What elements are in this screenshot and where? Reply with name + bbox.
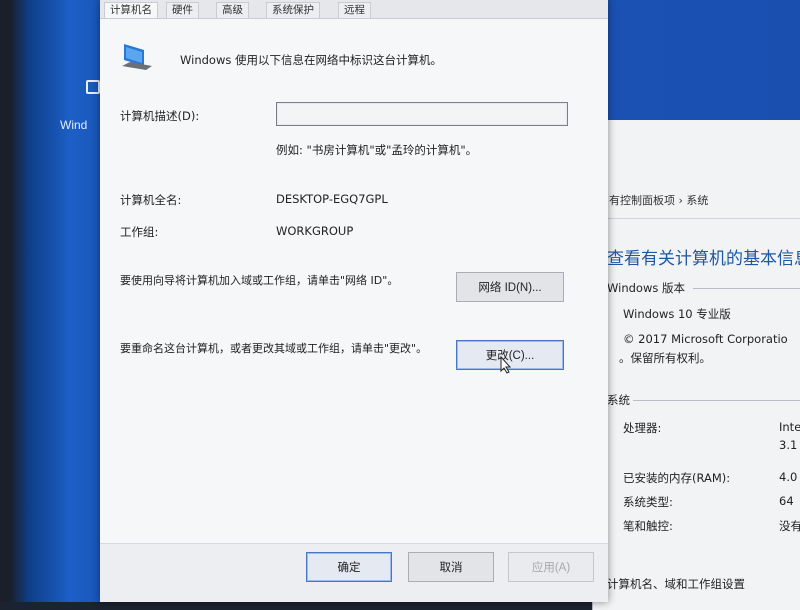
computer-name-section-title: 计算机名、域和工作组设置 <box>607 577 745 591</box>
divider <box>601 218 800 219</box>
tab-system-protection[interactable]: 系统保护 <box>266 2 320 18</box>
computer-description-input[interactable] <box>276 102 568 126</box>
desktop-shortcut-icon[interactable] <box>86 80 100 94</box>
system-type-value: 64 <box>779 494 794 508</box>
cancel-button[interactable]: 取消 <box>408 552 494 582</box>
system-heading: 查看有关计算机的基本信息 <box>607 249 800 269</box>
system-control-panel-window: 有控制面板项 › 系统 查看有关计算机的基本信息 Windows 版本 Wind… <box>592 120 800 610</box>
processor-value-2: 3.1 <box>779 438 798 452</box>
ok-button[interactable]: 确定 <box>306 552 392 582</box>
full-name-label: 计算机全名: <box>120 193 182 207</box>
edition-value: Windows 10 专业版 <box>623 307 731 321</box>
tab-advanced[interactable]: 高级 <box>216 2 249 18</box>
desktop-shortcut-label: Wind <box>60 118 88 132</box>
network-id-button[interactable]: 网络 ID(N)... <box>456 272 564 302</box>
description-label: 计算机描述(D): <box>120 109 200 123</box>
tab-remote[interactable]: 远程 <box>338 2 371 18</box>
tab-hardware[interactable]: 硬件 <box>166 2 199 18</box>
workgroup-value: WORKGROUP <box>276 224 354 238</box>
rename-instructions: 要重命名这台计算机，或者更改其域或工作组，请单击"更改"。 <box>120 342 428 355</box>
divider <box>633 400 800 401</box>
apply-button[interactable]: 应用(A) <box>508 552 594 582</box>
description-example: 例如: "书房计算机"或"孟玲的计算机"。 <box>276 143 478 157</box>
copyright-line-2: 。保留所有权利。 <box>619 351 711 365</box>
computer-icon <box>122 44 152 70</box>
system-section-title: 系统 <box>607 393 630 407</box>
system-type-label: 系统类型: <box>623 495 673 509</box>
edition-section-title: Windows 版本 <box>607 281 685 295</box>
copyright-line-1: © 2017 Microsoft Corporatio <box>623 332 788 346</box>
intro-text: Windows 使用以下信息在网络中标识这台计算机。 <box>180 53 442 67</box>
full-name-value: DESKTOP-EGQ7GPL <box>276 192 388 206</box>
workgroup-label: 工作组: <box>120 225 159 239</box>
tab-computer-name[interactable]: 计算机名 <box>104 2 158 18</box>
ram-value: 4.0 <box>779 470 798 484</box>
processor-label: 处理器: <box>623 421 662 435</box>
mouse-cursor-icon <box>500 356 512 374</box>
divider <box>693 288 800 289</box>
tab-bar: 计算机名 硬件 高级 系统保护 远程 <box>100 0 608 19</box>
network-id-instructions: 要使用向导将计算机加入域或工作组，请单击"网络 ID"。 <box>120 274 399 287</box>
system-breadcrumb[interactable]: 有控制面板项 › 系统 <box>609 192 708 208</box>
processor-value: Inte <box>779 420 800 434</box>
ram-label: 已安装的内存(RAM): <box>623 471 731 485</box>
pen-touch-value: 没有 <box>779 519 800 533</box>
pen-touch-label: 笔和触控: <box>623 519 673 533</box>
